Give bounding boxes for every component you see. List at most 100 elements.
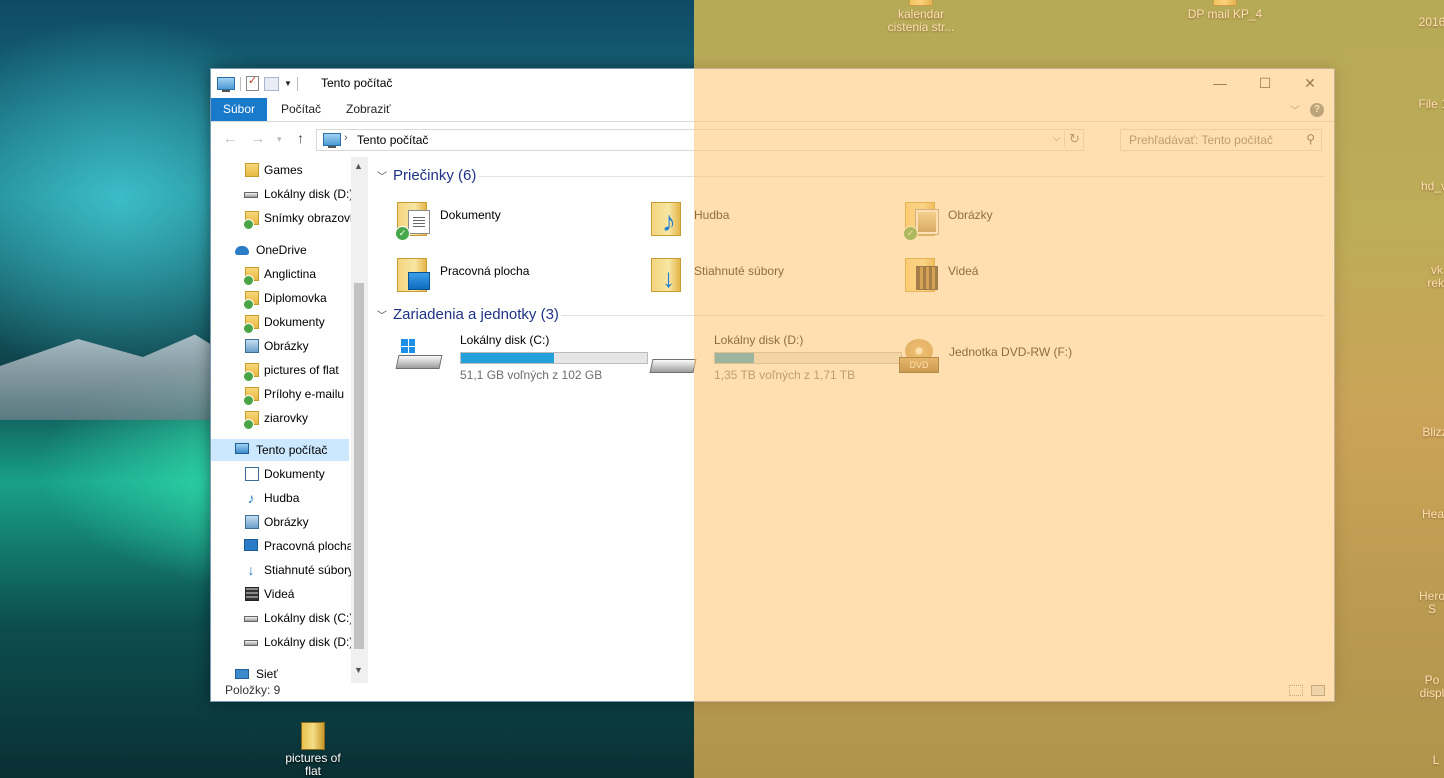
details-view-icon[interactable] [1289,685,1303,696]
drive-usage-bar [460,352,648,364]
status-bar: Položky: 9 [211,681,1334,701]
nav-item-anglictina[interactable]: Anglictina [211,263,351,285]
nav-item-lokalny-disk-d-2[interactable]: Lokálny disk (D:) [211,631,351,653]
folder-icon [245,163,259,177]
collapse-chevron-icon[interactable]: ﹀ [377,172,387,183]
large-icons-view-icon[interactable] [1311,685,1325,696]
desktop-icon-hero[interactable]: Hero S [1414,590,1444,616]
onedrive-icon [235,246,249,255]
search-placeholder: Prehľadávať: Tento počítač [1129,133,1273,147]
nav-item-pictures-of-flat[interactable]: pictures of flat [211,359,351,381]
new-folder-icon[interactable] [264,76,279,91]
desktop-icon-2016[interactable]: 2016 [1412,16,1444,29]
tab-pocitac[interactable]: Počítač [269,98,333,121]
folder-tile-videa[interactable]: Videá [895,249,1135,299]
close-button[interactable]: ✕ [1287,69,1333,98]
window-title: Tento počítač [321,76,393,90]
title-bar[interactable]: ▼ Tento počítač — ☐ ✕ [211,69,1334,98]
folder-tile-stiahnute-subory[interactable]: ↓ Stiahnuté súbory [641,249,881,299]
address-row: ← → ▾ ↑ › Tento počítač ⌵ ↻ Prehľadávať:… [211,125,1334,153]
scroll-down-icon[interactable]: ▼ [354,665,363,675]
ribbon-tabs: Súbor Počítač Zobraziť ﹀ ? [211,98,1334,122]
computer-icon [235,443,249,454]
folder-sync-icon [243,267,259,285]
nav-item-ziarovky[interactable]: ziarovky [211,407,351,429]
spreadsheet-icon [909,0,933,6]
search-input[interactable]: Prehľadávať: Tento počítač ⚲ [1120,129,1322,151]
computer-icon [217,77,235,92]
desktop-icon-dp-mail[interactable]: DP mail KP_4 [1180,0,1270,21]
nav-item-obrazky[interactable]: Obrázky [211,511,351,533]
folder-tile-hudba[interactable]: ♪ Hudba [641,193,881,243]
tab-subor[interactable]: Súbor [211,98,268,121]
nav-item-hudba[interactable]: ♪ Hudba [211,487,351,509]
toolbar-divider [296,76,298,91]
desktop-icon-file[interactable]: File 11 [1416,98,1444,111]
quick-access-toolbar: ▼ [217,74,298,92]
nav-item-onedrive[interactable]: OneDrive [211,239,351,261]
breadcrumb-tento-pocitac[interactable]: Tento počítač [357,133,428,147]
recent-locations-chevron-icon[interactable]: ▾ [277,134,282,145]
nav-item-stiahnute-subory[interactable]: ↓ Stiahnuté súbory [211,559,352,581]
desktop-icon-hear[interactable]: Hear [1418,508,1444,521]
desktop-icon-hd[interactable]: hd_v [1414,180,1444,193]
nav-item-diplomovka[interactable]: Diplomovka [211,287,351,309]
maximize-button[interactable]: ☐ [1242,69,1288,98]
drive-usage-bar [714,352,902,364]
back-arrow-icon[interactable]: ← [223,130,237,146]
ribbon-controls: ﹀ ? [1290,102,1324,117]
devices-group-header[interactable]: ﹀ Zariadenia a jednotky (3) [377,306,559,323]
drive-icon [244,192,258,198]
tab-zobrazit[interactable]: Zobraziť [334,98,403,121]
refresh-icon[interactable]: ↻ [1064,131,1080,147]
help-icon[interactable]: ? [1310,102,1324,117]
desktop-icon-po-displ[interactable]: Po displ [1414,674,1444,700]
nav-item-games[interactable]: Games [211,159,351,181]
desktop-icon-kalendar[interactable]: kalendar cistenia str... [882,0,960,34]
customize-toolbar-chevron-icon[interactable]: ▼ [284,79,292,88]
minimize-button[interactable]: — [1197,69,1243,98]
drive-tile-c[interactable]: Lokálny disk (C:) 51,1 GB voľných z 102 … [387,333,648,385]
desktop-icon-vk[interactable]: vk rekl [1422,264,1444,290]
folder-sync-icon [243,363,259,381]
desktop-icon-pictures-of-flat[interactable]: pictures of flat [276,722,350,778]
properties-icon[interactable] [246,74,259,91]
nav-scrollbar[interactable]: ▲ ▼ [351,157,368,683]
file-explorer-window: ▼ Tento počítač — ☐ ✕ Súbor Počítač Zobr… [210,68,1335,702]
scrollbar-thumb[interactable] [354,283,364,649]
desktop-icon-blizz[interactable]: Blizz [1418,426,1444,439]
nav-item-lokalny-disk-c[interactable]: Lokálny disk (C:) [211,607,351,629]
desktop-folder-icon [397,254,431,292]
collapse-chevron-icon[interactable]: ﹀ [377,311,387,322]
nav-item-pracovna-plocha[interactable]: Pracovná plocha [211,535,351,557]
desktop-icon-l[interactable]: L [1426,754,1444,767]
downloads-folder-icon: ↓ [651,254,685,292]
videos-icon [245,587,259,601]
nav-item-prilohy-e-mailu[interactable]: Prílohy e-mailu [211,383,351,405]
desktop-icon [244,539,258,551]
music-icon: ♪ [247,490,255,506]
nav-item-videa[interactable]: Videá [211,583,351,605]
drive-tile-dvd[interactable]: DVD Jednotka DVD-RW (F:) [889,333,1129,385]
drive-tile-d[interactable]: Lokálny disk (D:) 1,35 TB voľných z 1,71… [641,333,902,385]
pictures-folder-icon: ✓ [903,198,939,241]
nav-item-siet[interactable]: Sieť [211,663,351,683]
expand-ribbon-chevron-icon[interactable]: ﹀ [1290,102,1300,117]
scroll-up-icon[interactable]: ▲ [354,161,363,171]
nav-item-dokumenty-onedrive[interactable]: Dokumenty [211,311,351,333]
folder-tile-obrazky[interactable]: ✓ Obrázky [895,193,1135,243]
address-dropdown-chevron-icon[interactable]: ⌵ [1053,132,1061,145]
breadcrumb-chevron-icon[interactable]: › [344,132,348,144]
nav-item-lokalny-disk-d[interactable]: Lokálny disk (D:) [211,183,351,205]
forward-arrow-icon[interactable]: → [251,130,265,146]
folder-tile-pracovna-plocha[interactable]: Pracovná plocha [387,249,627,299]
nav-item-obrazky-onedrive[interactable]: Obrázky [211,335,351,357]
nav-item-dokumenty[interactable]: Dokumenty [211,463,351,485]
navigation-pane: Games Lokálny disk (D:) Snímky obrazovky… [211,157,368,683]
folders-group-header[interactable]: ﹀ Priečinky (6) [377,167,476,184]
nav-item-tento-pocitac[interactable]: Tento počítač [211,439,349,461]
up-arrow-icon[interactable]: ↑ [297,130,304,146]
address-bar[interactable]: › Tento počítač ⌵ ↻ [316,129,1084,151]
folder-tile-dokumenty[interactable]: ✓ Dokumenty [387,193,627,243]
nav-item-snimky-obrazovky[interactable]: Snímky obrazovky [211,207,351,229]
